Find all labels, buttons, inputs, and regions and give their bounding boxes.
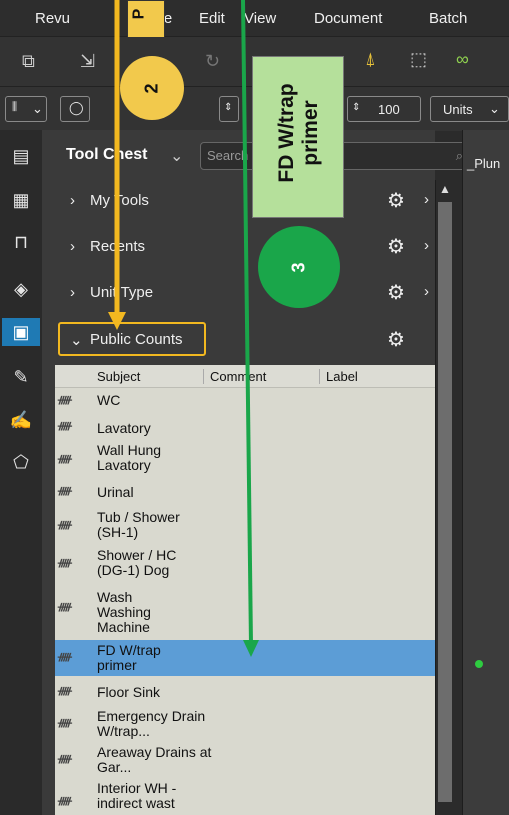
- note-text: FD W/trap primer: [275, 83, 322, 183]
- step-badge-2: 2: [120, 56, 184, 120]
- callout-note: FD W/trap primer: [252, 56, 344, 218]
- yellow-callout-text: P: [130, 8, 148, 20]
- yellow-arrowhead: [108, 312, 126, 330]
- step-badge-3: 3: [258, 226, 340, 308]
- badge-number: 2: [141, 82, 162, 94]
- green-arrowhead: [243, 640, 259, 657]
- badge-number: 3: [288, 261, 309, 273]
- yellow-callout-label: P: [127, 0, 165, 38]
- green-arrow-line: [241, 0, 253, 646]
